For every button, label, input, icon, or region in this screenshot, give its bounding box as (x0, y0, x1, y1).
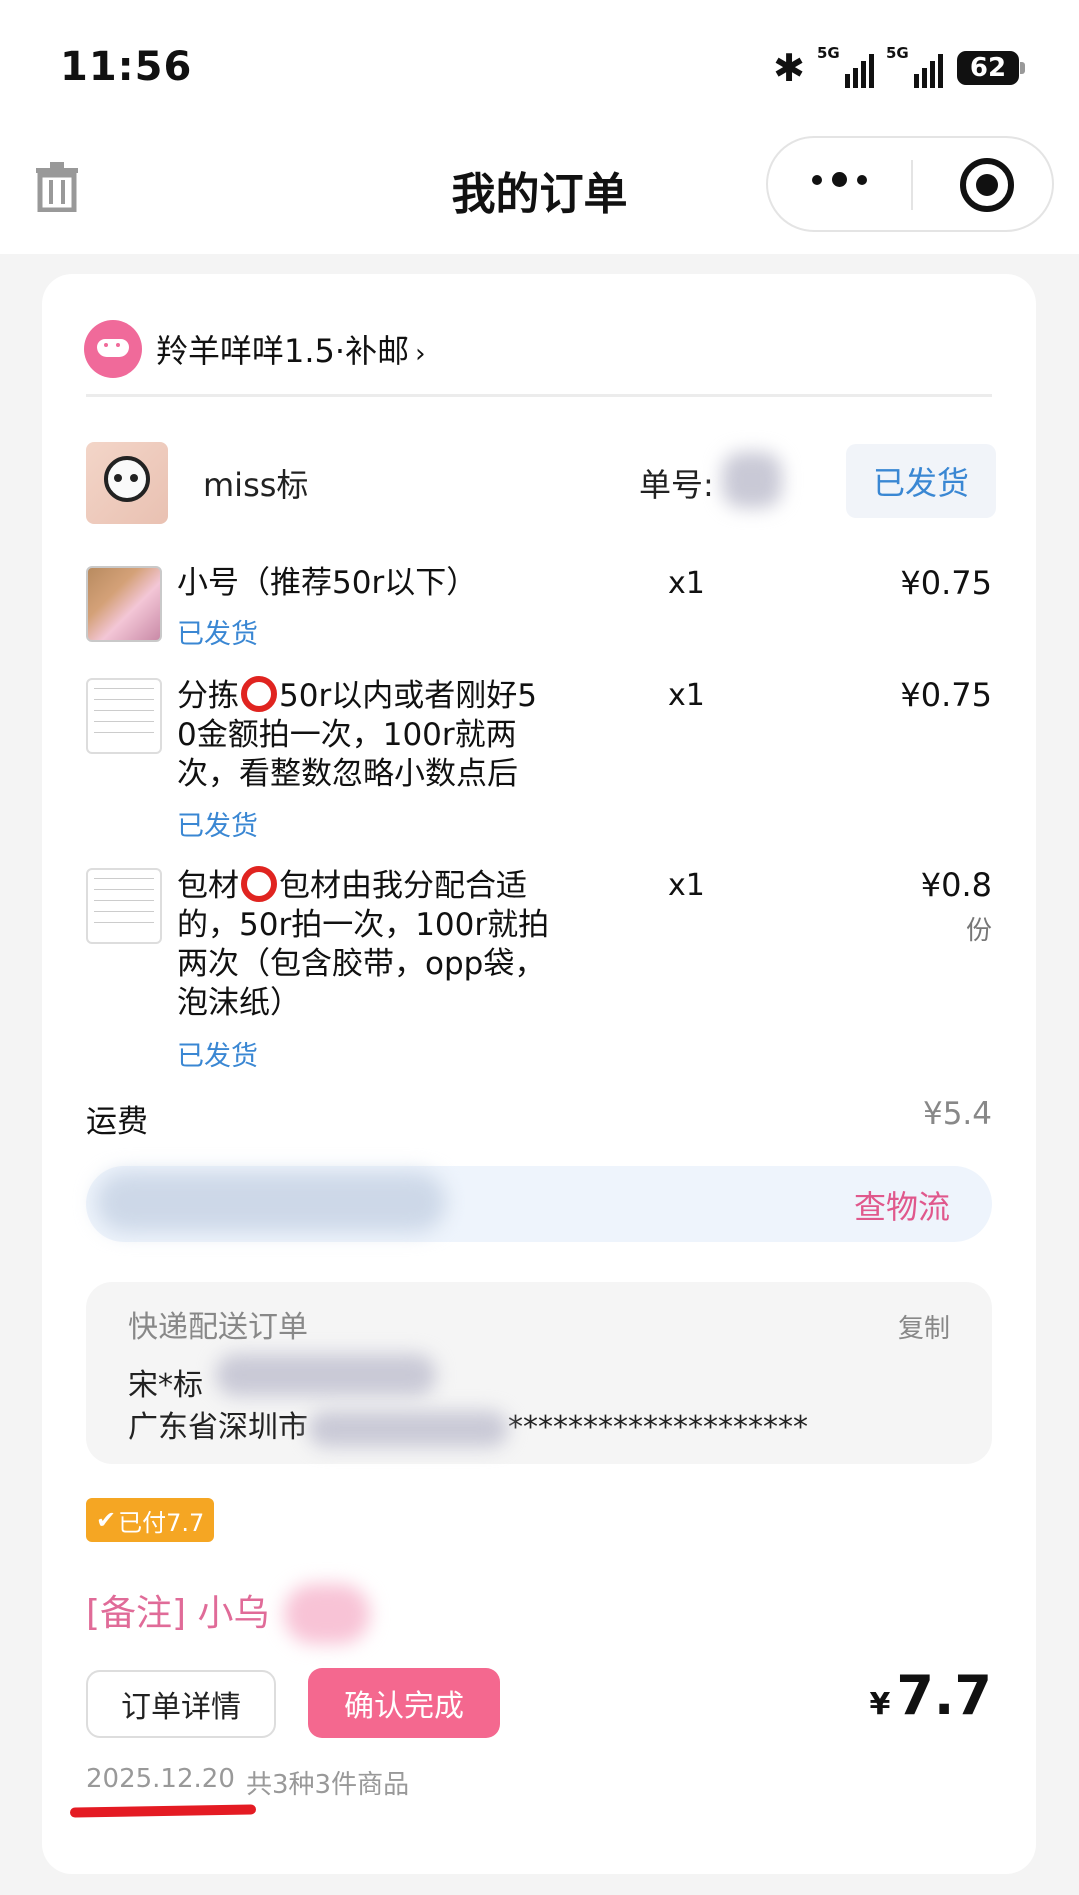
order-status-badge: 已发货 (846, 444, 996, 518)
network-type-label: 5G (817, 44, 840, 62)
signal-icon: 5G (886, 44, 943, 88)
recipient-address: 广东省深圳市 ******************** (128, 1410, 808, 1447)
shipping-label: 运费 (86, 1104, 148, 1140)
item-name: 包材 包材由我分配合适 的，50r拍一次，100r就拍 两次（包含胶带，opp袋，… (177, 866, 550, 1021)
order-card: 羚羊咩咩1.5·补邮 › miss标 单号: 已发货 小号（推荐50r以下） 已发… (42, 274, 1036, 1874)
bluetooth-icon: ✱ (773, 46, 805, 90)
item-thumbnail (86, 678, 162, 754)
address-redacted (308, 1410, 508, 1447)
nav-bar: 我的订单 (0, 120, 1079, 254)
battery-icon: 62 (957, 51, 1025, 85)
status-time: 11:56 (60, 44, 193, 90)
logistics-bar[interactable]: 查物流 (86, 1166, 992, 1242)
track-logistics-link[interactable]: 查物流 (854, 1182, 950, 1228)
capsule-divider (911, 160, 913, 210)
chevron-right-icon: › (415, 339, 426, 369)
order-remark: [备注] 小乌 (86, 1593, 270, 1634)
item-name: 分拣 50r以内或者刚好5 0金额拍一次，100r就两 次，看整数忽略小数点后 (177, 676, 537, 792)
item-status: 已发货 (177, 1041, 258, 1072)
red-circle-icon (241, 866, 277, 902)
shop-logo-icon (84, 320, 142, 378)
mini-program-capsule (766, 136, 1054, 232)
item-price: ¥0.75 (900, 676, 992, 714)
currency-symbol: ¥ (869, 1687, 891, 1722)
order-date: 2025.12.20 (86, 1764, 235, 1794)
logistics-info-redacted (96, 1172, 446, 1232)
order-number-label: 单号: (639, 466, 714, 504)
item-thumbnail (86, 868, 162, 944)
more-icon[interactable] (812, 172, 867, 187)
close-target-icon[interactable] (960, 158, 1014, 212)
order-total: ¥7.7 (792, 1664, 992, 1727)
address-box: 快递配送订单 复制 宋*标 广东省深圳市 ******************** (86, 1282, 992, 1464)
network-type-label: 5G (886, 44, 909, 62)
item-thumbnail (86, 566, 162, 642)
item-status: 已发货 (177, 619, 258, 650)
red-underline-annotation (69, 1804, 257, 1818)
order-number-redacted (722, 452, 782, 508)
shop-header[interactable]: 羚羊咩咩1.5·补邮 › (84, 320, 425, 378)
item-count: 共3种3件商品 (246, 1770, 410, 1800)
status-bar: 11:56 ✱ 5G 5G 62 (0, 0, 1079, 120)
item-name: 小号（推荐50r以下） (177, 565, 478, 601)
checkmark-icon: ✔ (96, 1506, 117, 1534)
red-circle-icon (241, 676, 277, 712)
item-quantity: x1 (668, 678, 705, 713)
total-amount: 7.7 (896, 1664, 992, 1727)
paid-badge: ✔ 已付7.7 (86, 1498, 215, 1542)
item-price: ¥0.8 (920, 866, 992, 904)
remark-redacted (284, 1584, 370, 1644)
address-title: 快递配送订单 (128, 1310, 308, 1345)
copy-button[interactable]: 复制 (898, 1308, 950, 1345)
recipient-name: 宋*标 (128, 1368, 203, 1403)
buyer-name: miss标 (203, 466, 309, 504)
shipping-fee: ¥5.4 (922, 1096, 992, 1132)
status-icons: ✱ 5G 5G 62 (773, 44, 1025, 90)
confirm-complete-button[interactable]: 确认完成 (308, 1668, 500, 1738)
shop-name: 羚羊咩咩1.5·补邮 › (156, 332, 426, 370)
item-quantity: x1 (668, 868, 705, 903)
signal-icon: 5G (817, 44, 874, 88)
item-status: 已发货 (177, 811, 258, 842)
item-unit: 份 (965, 916, 992, 946)
avatar (86, 442, 168, 524)
item-quantity: x1 (668, 566, 705, 601)
recipient-redacted (216, 1354, 436, 1396)
item-price: ¥0.75 (900, 564, 992, 602)
order-detail-button[interactable]: 订单详情 (86, 1670, 276, 1738)
divider (86, 394, 992, 397)
